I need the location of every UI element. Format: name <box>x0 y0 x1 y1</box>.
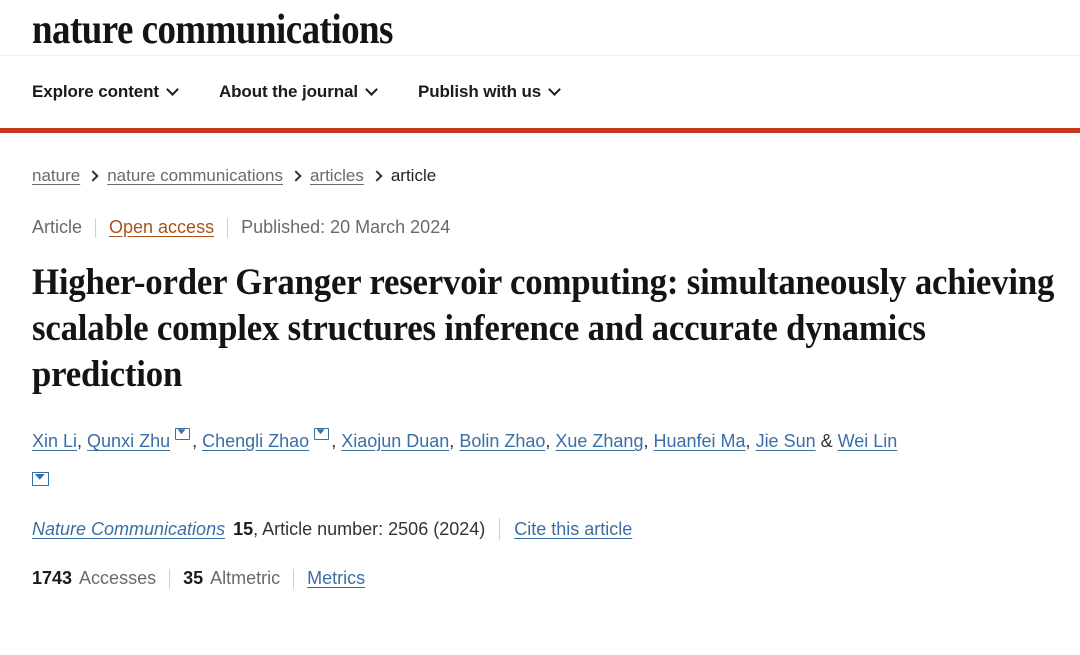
journal-volume: 15 <box>233 518 254 539</box>
author-link-bolin-zhao[interactable]: Bolin Zhao <box>459 431 545 451</box>
accesses-label: Accesses <box>79 568 157 588</box>
chevron-right-icon <box>292 171 301 181</box>
site-masthead: nature communications <box>0 0 1080 56</box>
envelope-icon[interactable] <box>32 472 49 487</box>
author-link-chengli-zhao[interactable]: Chengli Zhao <box>202 431 309 451</box>
author-separator: , <box>643 431 654 451</box>
meta-divider <box>169 568 171 589</box>
altmetric-label: Altmetric <box>210 568 281 588</box>
brand-accent-rule <box>0 128 1080 133</box>
article-type-label: Article <box>32 217 83 237</box>
chevron-down-icon <box>168 85 179 96</box>
author-separator: & <box>815 431 838 451</box>
author-link-wei-lin[interactable]: Wei Lin <box>838 431 898 451</box>
nav-item-about-the-journal[interactable]: About the journal <box>219 82 378 102</box>
open-access-link[interactable]: Open access <box>109 217 214 238</box>
chevron-down-icon <box>367 85 378 96</box>
author-link-qunxi-zhu[interactable]: Qunxi Zhu <box>87 431 170 451</box>
envelope-icon[interactable] <box>175 428 191 440</box>
meta-divider <box>499 518 501 540</box>
journal-citation-line: Nature Communications 15 , Article numbe… <box>32 518 1048 540</box>
author-link-jie-sun[interactable]: Jie Sun <box>756 431 816 451</box>
author-separator: , <box>449 431 460 451</box>
nav-item-label: About the journal <box>218 82 358 101</box>
article-meta-line: Article Open access Published: 20 March … <box>32 217 1048 238</box>
journal-name-link[interactable]: Nature Communications <box>32 519 225 540</box>
accesses-count: 1743 <box>32 568 73 588</box>
nav-item-explore-content[interactable]: Explore content <box>32 82 179 102</box>
author-link-xue-zhang[interactable]: Xue Zhang <box>555 431 643 451</box>
article-number: , Article number: 2506 (2024) <box>253 518 486 539</box>
nav-item-publish-with-us[interactable]: Publish with us <box>418 82 561 102</box>
altmetric-count: 35 <box>183 568 204 588</box>
metrics-line: 1743 Accesses 35 Altmetric Metrics <box>32 568 1048 589</box>
author-separator: , <box>77 431 88 451</box>
author-separator: , <box>331 431 342 451</box>
breadcrumb-item-articles[interactable]: articles <box>310 166 364 186</box>
author-separator: , <box>545 431 556 451</box>
breadcrumb-item-article: article <box>390 166 437 185</box>
breadcrumb-item-nature[interactable]: nature <box>32 166 80 186</box>
article-page: nature communications Explore content Ab… <box>0 0 1080 589</box>
author-separator: , <box>745 431 756 451</box>
author-list: Xin Li, Qunxi Zhu, Chengli Zhao, Xiaojun… <box>32 424 1044 492</box>
author-link-xin-li[interactable]: Xin Li <box>32 431 77 451</box>
page-title: Higher-order Granger reservoir computing… <box>32 262 1055 395</box>
author-link-xiaojun-duan[interactable]: Xiaojun Duan <box>341 431 449 451</box>
meta-divider <box>227 217 229 238</box>
breadcrumb-item-nature-communications[interactable]: nature communications <box>107 166 283 186</box>
envelope-icon[interactable] <box>314 428 330 440</box>
published-date: Published: 20 March 2024 <box>241 217 451 237</box>
article-content: nature nature communications articles ar… <box>0 166 1080 589</box>
chevron-right-icon <box>89 171 98 181</box>
chevron-right-icon <box>373 171 382 181</box>
chevron-down-icon <box>550 85 561 96</box>
author-separator: , <box>192 431 203 451</box>
nav-item-label: Explore content <box>32 82 159 101</box>
meta-divider <box>95 217 97 238</box>
nav-item-label: Publish with us <box>417 82 542 101</box>
meta-divider <box>293 568 295 589</box>
author-link-huanfei-ma[interactable]: Huanfei Ma <box>653 431 745 451</box>
primary-navigation: Explore content About the journal Publis… <box>0 56 1080 128</box>
breadcrumb: nature nature communications articles ar… <box>32 166 1048 186</box>
journal-logo[interactable]: nature communications <box>32 6 954 54</box>
cite-this-article-link[interactable]: Cite this article <box>514 519 632 540</box>
metrics-link[interactable]: Metrics <box>307 568 365 589</box>
